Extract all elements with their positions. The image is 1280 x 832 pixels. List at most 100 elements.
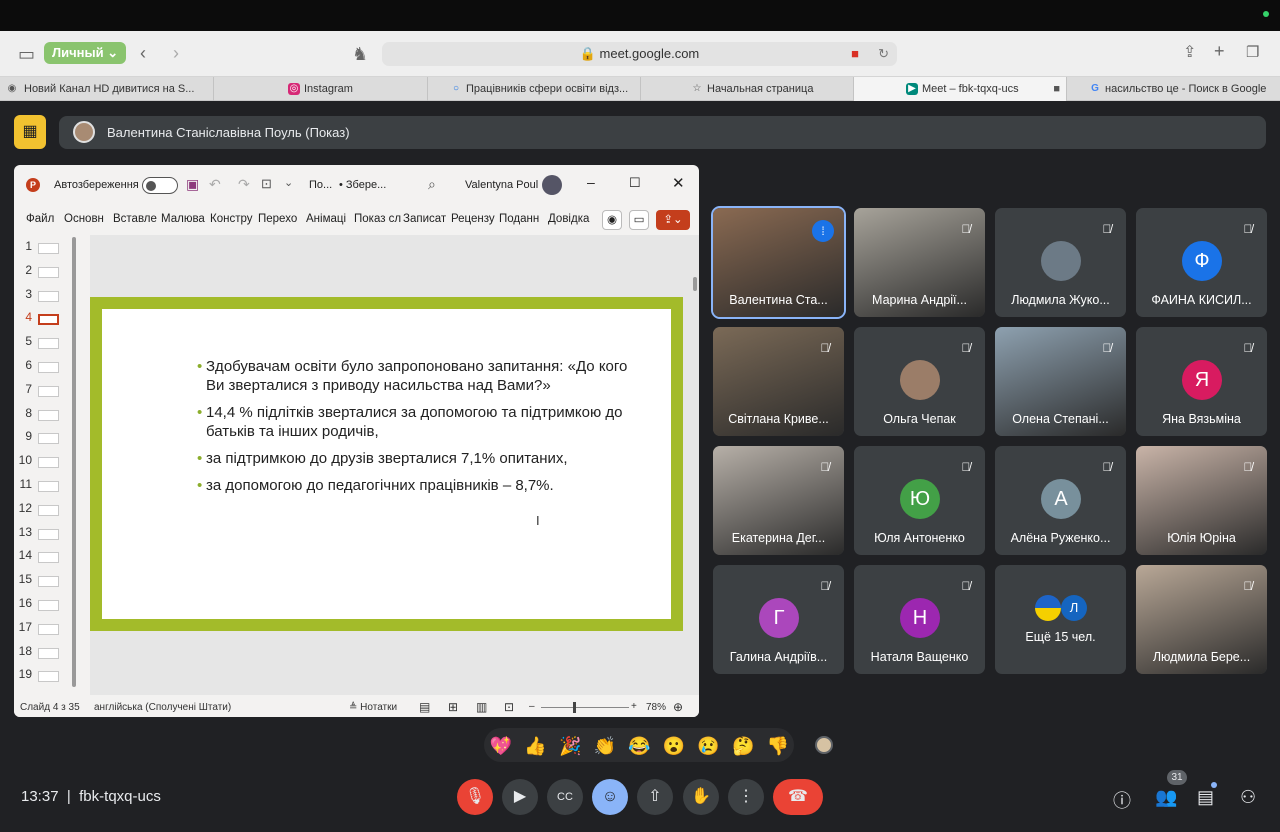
captions-button[interactable]: CC	[547, 779, 583, 815]
tab-meet[interactable]: ▶ Meet – fbk-tqxq-ucs ■	[854, 77, 1067, 101]
tab-instagram[interactable]: ◎ Instagram	[214, 77, 428, 101]
profile-button[interactable]: Личный ⌄	[44, 42, 127, 64]
fit-slide-icon[interactable]: ⊕	[673, 700, 683, 714]
stop-presenting-icon[interactable]: ▦	[14, 115, 46, 149]
participant-tile[interactable]: 🎙̸ Людмила Бере...	[1136, 565, 1267, 674]
user-avatar[interactable]	[542, 175, 562, 195]
camera-in-use-icon[interactable]: ■	[851, 42, 859, 66]
tab-home[interactable]: ☆ Начальная страница	[641, 77, 854, 101]
sidebar-toggle-icon[interactable]: ▭	[18, 45, 35, 63]
address-bar[interactable]: 🔒 meet.google.com ■ ↻	[382, 42, 897, 66]
ribbon-tab[interactable]: Малюва	[161, 213, 205, 225]
new-tab-icon[interactable]: +	[1214, 42, 1225, 60]
ribbon-tab[interactable]: Вставле	[113, 213, 157, 225]
participant-tile[interactable]: Н 🎙̸ Наталя Ващенко	[854, 565, 985, 674]
reaction-emoji[interactable]: 👏	[592, 733, 618, 759]
reactions-button[interactable]: ☺	[592, 779, 628, 815]
language-status[interactable]: англійська (Сполучені Штати)	[94, 702, 231, 713]
ribbon-tab[interactable]: Записат	[403, 213, 446, 225]
share-button[interactable]: ⇪⌄	[656, 210, 690, 230]
minimize-icon[interactable]: –	[587, 174, 595, 190]
participant-tile[interactable]: Я 🎙̸ Яна Вязьміна	[1136, 327, 1267, 436]
people-icon[interactable]: 👥	[1155, 787, 1177, 808]
customize-icon[interactable]: ⌄	[284, 176, 293, 189]
slide-thumbnail[interactable]: 19	[14, 667, 74, 687]
camera-button[interactable]: ▶	[502, 779, 538, 815]
shield-icon[interactable]: ♞	[352, 45, 368, 63]
participant-tile[interactable]: Л Ещё 15 чел.	[995, 565, 1126, 674]
slide-thumbnail[interactable]: 17	[14, 620, 74, 640]
slide-thumbnail[interactable]: 7	[14, 382, 74, 402]
tab-google[interactable]: Gнасильство це - Поиск в Google	[1067, 77, 1280, 101]
tab-overview-icon[interactable]: ❐	[1246, 44, 1259, 62]
slideshow-icon[interactable]: ⊡	[504, 700, 514, 714]
participant-tile[interactable]: 🎙̸ Світлана Криве...	[713, 327, 844, 436]
zoom-out-icon[interactable]: –	[529, 701, 535, 712]
raise-hand-button[interactable]: ✋	[683, 779, 719, 815]
ribbon-tab[interactable]: Показ сл	[354, 213, 401, 225]
reload-icon[interactable]: ↻	[878, 42, 889, 66]
ribbon-tab[interactable]: Довідка	[548, 213, 589, 225]
info-icon[interactable]: ⓘ	[1113, 787, 1131, 813]
zoom-level[interactable]: 78%	[646, 702, 666, 713]
slide-thumbnail[interactable]: 6	[14, 358, 74, 378]
leave-call-button[interactable]: ☎	[773, 779, 823, 815]
reading-view-icon[interactable]: ▥	[476, 700, 487, 714]
slide-thumbnail[interactable]: 2	[14, 263, 74, 283]
zoom-slider[interactable]	[541, 702, 629, 713]
participant-tile[interactable]: Г 🎙̸ Галина Андріїв...	[713, 565, 844, 674]
mic-off-button[interactable]: 🎙	[457, 779, 493, 815]
slide-content[interactable]: Здобувачам освіти було запропоновано зап…	[102, 309, 671, 619]
search-icon[interactable]: ⌕	[428, 176, 436, 193]
ribbon-tab[interactable]: Анімаці	[306, 213, 346, 225]
slide-thumbnail[interactable]: 12	[14, 501, 74, 521]
present-icon[interactable]: ⊡	[261, 176, 272, 192]
participant-tile[interactable]: А 🎙̸ Алёна Руженко...	[995, 446, 1126, 555]
slide-thumbnail[interactable]: 15	[14, 572, 74, 592]
reaction-emoji[interactable]: 😂	[626, 733, 652, 759]
slide-thumbnail[interactable]: 11	[14, 477, 74, 497]
normal-view-icon[interactable]: ▤	[419, 700, 430, 714]
slide-thumbnail[interactable]: 4	[14, 310, 74, 330]
reaction-emoji[interactable]: 😢	[696, 733, 722, 759]
close-icon[interactable]: ✕	[672, 174, 685, 192]
reaction-emoji[interactable]: 😮	[661, 733, 687, 759]
redo-icon[interactable]: ↷	[238, 176, 250, 193]
thumbs-scrollbar[interactable]	[72, 237, 76, 687]
undo-icon[interactable]: ↶	[209, 176, 221, 193]
ribbon-tab[interactable]: Поданн	[499, 213, 539, 225]
tab-workers[interactable]: ○ Працівників сфери освіти відз...	[428, 77, 641, 101]
slide-thumbnail[interactable]: 16	[14, 596, 74, 616]
ribbon-tab[interactable]: Файл	[26, 213, 54, 225]
slide-thumbnail[interactable]: 1	[14, 239, 74, 259]
skin-tone-picker[interactable]	[815, 736, 833, 754]
slide-thumbnail[interactable]: 8	[14, 406, 74, 426]
participant-tile[interactable]: 🎙̸ Юлія Юріна	[1136, 446, 1267, 555]
back-icon[interactable]: ‹	[140, 44, 146, 62]
slide-thumbnail[interactable]: 14	[14, 548, 74, 568]
file-name[interactable]: По...	[309, 179, 332, 191]
save-status[interactable]: • Збере...	[339, 179, 386, 191]
notes-button[interactable]: ≜ Нотатки	[349, 702, 397, 713]
reaction-emoji[interactable]: 🤔	[730, 733, 756, 759]
slide-thumbnail[interactable]: 13	[14, 525, 74, 545]
comments-icon[interactable]: ▭	[629, 210, 649, 230]
forward-icon[interactable]: ›	[173, 44, 179, 62]
reaction-emoji[interactable]: 💖	[488, 733, 514, 759]
participant-tile[interactable]: 🎙̸ Екатерина Дег...	[713, 446, 844, 555]
slide-thumbnail[interactable]: 9	[14, 429, 74, 449]
participant-tile[interactable]: 🎙̸ Олена Степані...	[995, 327, 1126, 436]
slide-thumbnail[interactable]: 3	[14, 287, 74, 307]
autosave-toggle[interactable]	[142, 177, 178, 194]
chat-icon[interactable]: ▤	[1197, 787, 1214, 808]
participant-tile[interactable]: ⁞ Валентина Ста...	[711, 206, 846, 319]
slide-thumbnail[interactable]: 18	[14, 644, 74, 664]
ribbon-tab[interactable]: Перехо	[258, 213, 297, 225]
participant-tile[interactable]: Ю 🎙̸ Юля Антоненко	[854, 446, 985, 555]
present-button[interactable]: ⇧	[637, 779, 673, 815]
reaction-emoji[interactable]: 👍	[523, 733, 549, 759]
participant-tile[interactable]: 🎙̸ Марина Андрії...	[854, 208, 985, 317]
reaction-emoji[interactable]: 🎉	[557, 733, 583, 759]
slide-scrollbar[interactable]	[693, 277, 697, 291]
reaction-emoji[interactable]: 👎	[765, 733, 791, 759]
